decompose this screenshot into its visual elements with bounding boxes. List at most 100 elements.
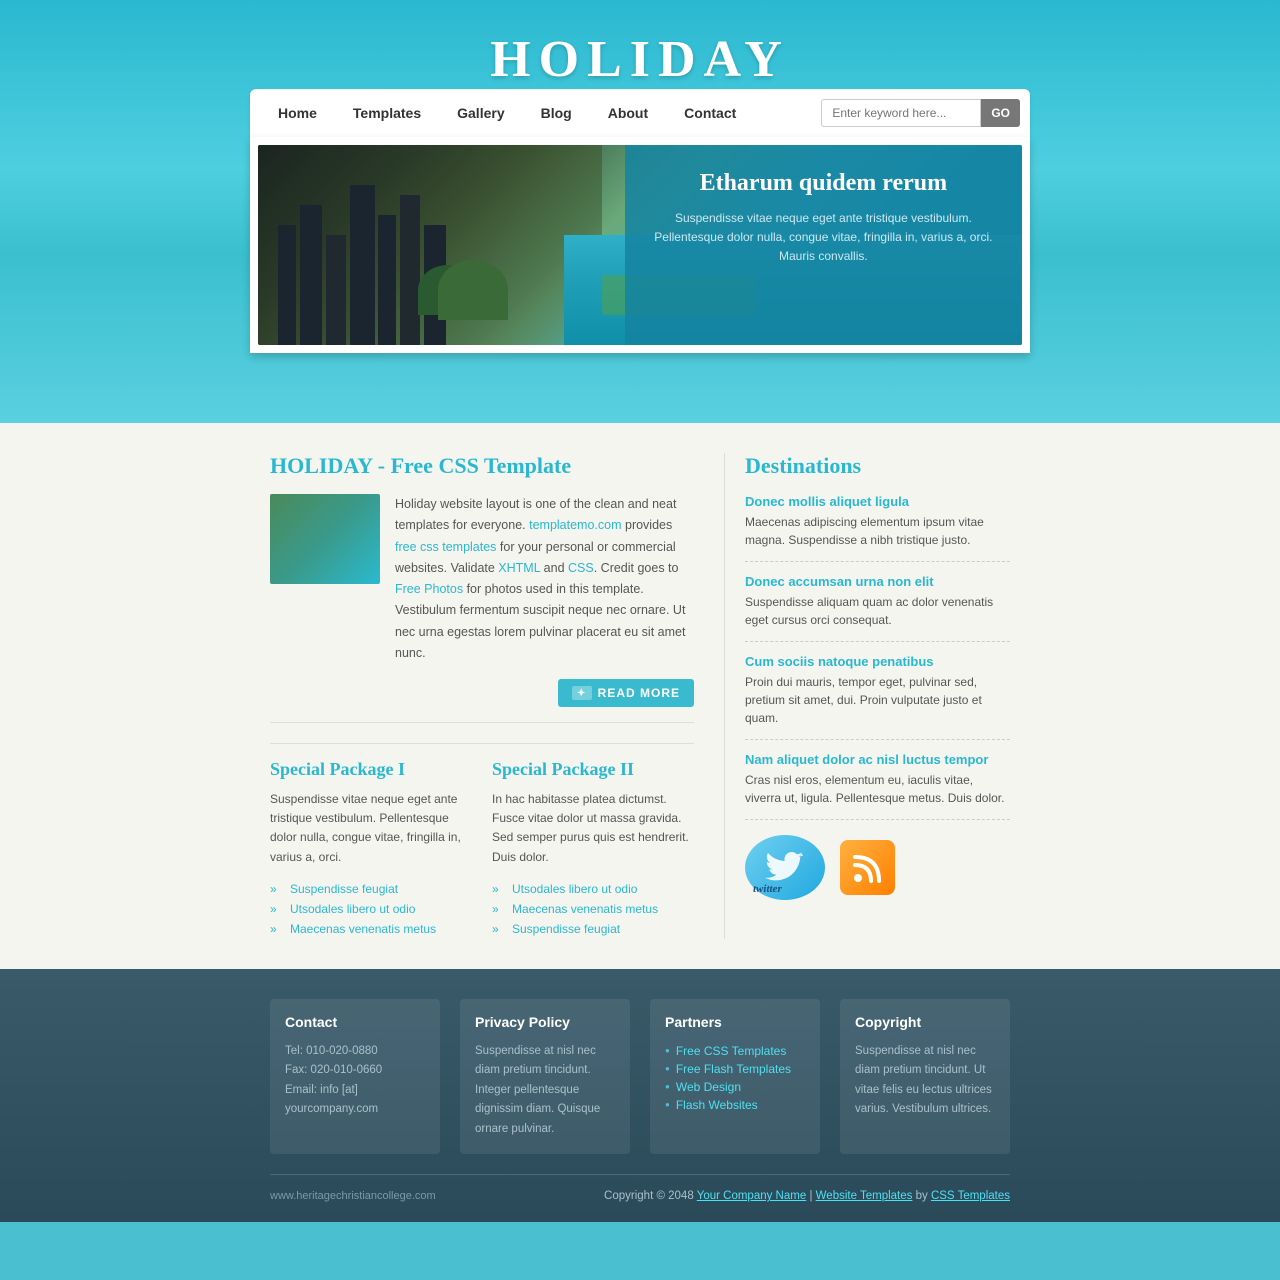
footer-separator: | [809,1190,812,1202]
partner-link-3[interactable]: Web Design [676,1080,741,1094]
footer-partners-title: Partners [665,1014,805,1030]
footer-by: by [916,1190,928,1202]
footer-contact-text: Tel: 010-020-0880 Fax: 020-010-0660 Emai… [285,1042,425,1120]
read-more-area: ✦ READ MORE [270,679,694,707]
rss-icon[interactable] [840,840,895,895]
list-item: Free CSS Templates [665,1042,805,1060]
package-1-title: Special Package I [270,759,472,780]
hero-heading: Etharum quidem rerum [645,170,1002,197]
destination-2: Donec accumsan urna non elit Suspendisse… [745,574,1010,642]
about-content: Holiday website layout is one of the cle… [270,494,694,664]
free-photos-link[interactable]: Free Photos [395,582,463,596]
twitter-icon[interactable]: twitter [745,835,825,900]
nav-links: Home Templates Gallery Blog About Contac… [250,91,821,135]
footer-partners-list: Free CSS Templates Free Flash Templates … [665,1042,805,1114]
hero-image: Etharum quidem rerum Suspendisse vitae n… [258,145,1022,345]
footer-tel: Tel: 010-020-0880 [285,1042,425,1062]
footer-content: Contact Tel: 010-020-0880 Fax: 020-010-0… [250,999,1030,1203]
site-title: HOLIDAY [250,30,1030,89]
list-item: Suspendisse feugiat [492,919,694,939]
content-wrapper: HOLIDAY - Free CSS Template Holiday webs… [250,453,1030,939]
left-column: HOLIDAY - Free CSS Template Holiday webs… [270,453,694,939]
dest-1-title[interactable]: Donec mollis aliquet ligula [745,494,1010,509]
about-image [270,494,380,584]
dest-2-title[interactable]: Donec accumsan urna non elit [745,574,1010,589]
package-2-title: Special Package II [492,759,694,780]
footer-privacy: Privacy Policy Suspendisse at nisl nec d… [460,999,630,1155]
package-1: Special Package I Suspendisse vitae nequ… [270,759,472,939]
twitter-label: twitter [753,883,782,895]
site-title-area: HOLIDAY [250,30,1030,89]
dest-1-text: Maecenas adipiscing elementum ipsum vita… [745,513,1010,549]
package-2: Special Package II In hac habitasse plat… [492,759,694,939]
dest-3-text: Proin dui mauris, tempor eget, pulvinar … [745,673,1010,727]
nav-blog[interactable]: Blog [523,91,590,135]
rss-svg [853,853,883,883]
footer-email: Email: info [at] yourcompany.com [285,1081,425,1120]
social-icons: twitter [745,835,1010,900]
nav-about[interactable]: About [590,91,666,135]
hero-section: HOLIDAY Home Templates Gallery Blog Abou… [0,0,1280,423]
footer-bottom-right: Copyright © 2048 Your Company Name | Web… [604,1190,1010,1202]
list-item: Suspendisse feugiat [270,879,472,899]
package-2-text: In hac habitasse platea dictumst. Fusce … [492,790,694,867]
partner-link-4[interactable]: Flash Websites [676,1098,758,1112]
list-item: Maecenas venenatis metus [492,899,694,919]
nav-home[interactable]: Home [260,91,335,135]
destination-3: Cum sociis natoque penatibus Proin dui m… [745,654,1010,740]
dest-4-title[interactable]: Nam aliquet dolor ac nisl luctus tempor [745,752,1010,767]
footer-copyright-text: Suspendisse at nisl nec diam pretium tin… [855,1042,995,1120]
footer-copyright-col: Copyright Suspendisse at nisl nec diam p… [840,999,1010,1155]
free-css-link[interactable]: free css templates [395,540,496,554]
footer-site-url: www.heritagechristiancollege.com [270,1190,436,1202]
nav-templates[interactable]: Templates [335,91,439,135]
partner-link-2[interactable]: Free Flash Templates [676,1062,791,1076]
hero-text: Suspendisse vitae neque eget ante tristi… [645,209,1002,267]
nav-contact[interactable]: Contact [666,91,754,135]
templatemo-link[interactable]: templatemo.com [529,518,621,532]
list-item: Maecenas venenatis metus [270,919,472,939]
footer-contact: Contact Tel: 010-020-0880 Fax: 020-010-0… [270,999,440,1155]
xhtml-link[interactable]: XHTML [498,561,540,575]
twitter-bird-svg [765,851,805,885]
destination-4: Nam aliquet dolor ac nisl luctus tempor … [745,752,1010,820]
section-divider [270,722,694,723]
nav-gallery[interactable]: Gallery [439,91,522,135]
about-title: HOLIDAY - Free CSS Template [270,453,694,479]
footer-copyright-year: Copyright © 2048 [604,1190,694,1202]
footer-partners: Partners Free CSS Templates Free Flash T… [650,999,820,1155]
list-item: Utsodales libero ut odio [492,879,694,899]
footer-css-templates-link[interactable]: CSS Templates [931,1190,1010,1202]
list-item: Web Design [665,1078,805,1096]
read-more-label: READ MORE [598,686,680,700]
search-button[interactable]: GO [981,99,1020,127]
partner-link-1[interactable]: Free CSS Templates [676,1044,787,1058]
list-item: Flash Websites [665,1096,805,1114]
package-1-list: Suspendisse feugiat Utsodales libero ut … [270,879,472,939]
dest-3-title[interactable]: Cum sociis natoque penatibus [745,654,1010,669]
footer-privacy-text: Suspendisse at nisl nec diam pretium tin… [475,1042,615,1140]
footer-fax: Fax: 020-010-0660 [285,1061,425,1081]
hero-wrapper: Etharum quidem rerum Suspendisse vitae n… [250,137,1030,353]
search-input[interactable] [821,99,981,127]
footer-privacy-title: Privacy Policy [475,1014,615,1030]
footer-company-link[interactable]: Your Company Name [697,1190,807,1202]
footer-website-templates-link[interactable]: Website Templates [816,1190,913,1202]
list-item: Free Flash Templates [665,1060,805,1078]
packages-row: Special Package I Suspendisse vitae nequ… [270,743,694,939]
about-text: Holiday website layout is one of the cle… [395,494,694,664]
dest-2-text: Suspendisse aliquam quam ac dolor venena… [745,593,1010,629]
search-area: GO [821,99,1030,127]
right-column: Destinations Donec mollis aliquet ligula… [724,453,1010,939]
main-content: HOLIDAY - Free CSS Template Holiday webs… [0,423,1280,969]
css-link[interactable]: CSS [568,561,594,575]
destinations-title: Destinations [745,453,1010,479]
footer-copyright-title: Copyright [855,1014,995,1030]
navigation-bar: Home Templates Gallery Blog About Contac… [250,89,1030,137]
footer-cols: Contact Tel: 010-020-0880 Fax: 020-010-0… [270,999,1010,1155]
footer-contact-title: Contact [285,1014,425,1030]
package-1-text: Suspendisse vitae neque eget ante tristi… [270,790,472,867]
footer-bottom: www.heritagechristiancollege.com Copyrig… [270,1174,1010,1202]
read-more-icon: ✦ [572,686,592,700]
read-more-button[interactable]: ✦ READ MORE [558,679,694,707]
